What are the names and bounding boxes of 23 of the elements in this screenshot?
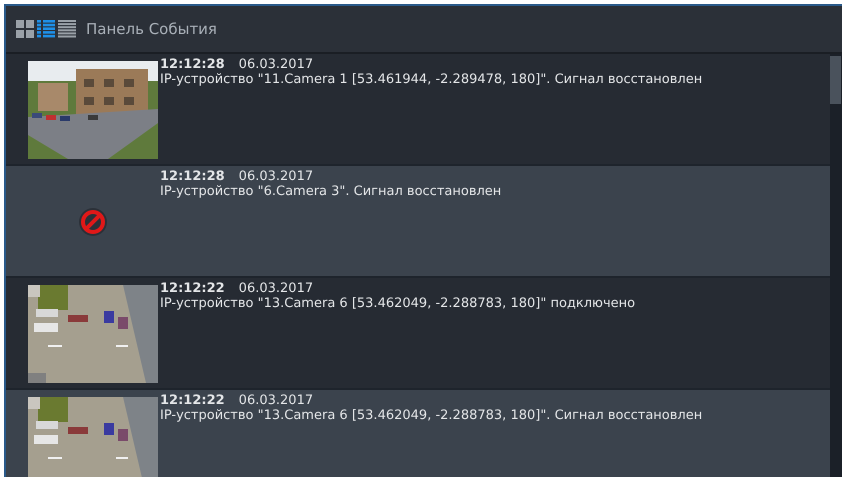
event-row[interactable]: 12:12:22 06.03.2017 IP-устройство "13.Camera 6 [53.462049, -2.288783, 180]" подключено (6, 278, 830, 388)
scrollbar[interactable] (830, 54, 842, 477)
event-time: 12:12:22 (160, 393, 225, 408)
no-signal-icon (78, 207, 108, 237)
event-message: IP-устройство "11.Camera 1 [53.461944, -2.289478, 180]". Сигнал восстановлен (160, 72, 704, 87)
event-date: 06.03.2017 (238, 57, 314, 72)
event-row[interactable]: 12:12:28 06.03.2017 IP-устройство "11.Camera 1 [53.461944, -2.289478, 180]". Сигнал восстановлен (6, 54, 830, 164)
lines-view-icon[interactable] (58, 20, 76, 38)
event-row[interactable]: 12:12:22 06.03.2017 IP-устройство "13.Camera 6 [53.462049, -2.288783, 180]". Сигнал восстановлен (6, 390, 830, 477)
event-date: 06.03.2017 (238, 281, 314, 296)
event-time: 12:12:22 (160, 281, 225, 296)
panel-title: Панель События (86, 18, 217, 40)
tiles-view-icon[interactable] (16, 20, 34, 38)
event-date: 06.03.2017 (238, 393, 314, 408)
event-row[interactable]: 12:12:28 06.03.2017 IP-устройство "6.Camera 3". Сигнал восстановлен (6, 166, 830, 276)
list-view-icon[interactable] (37, 20, 55, 38)
event-message: IP-устройство "6.Camera 3". Сигнал восстановлен (160, 184, 502, 199)
event-time: 12:12:28 (160, 169, 225, 184)
event-message: IP-устройство "13.Camera 6 [53.462049, -2.288783, 180]". Сигнал восстановлен (160, 408, 704, 423)
scrollbar-thumb[interactable] (830, 56, 841, 104)
event-message: IP-устройство "13.Camera 6 [53.462049, -2.288783, 180]" подключено (160, 296, 636, 311)
event-time: 12:12:28 (160, 57, 225, 72)
event-date: 06.03.2017 (238, 169, 314, 184)
